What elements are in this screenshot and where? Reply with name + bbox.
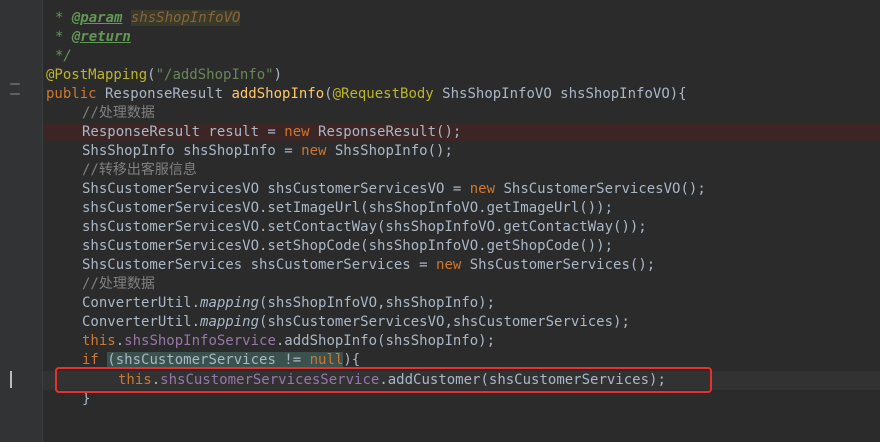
field-reference: shsCustomerServicesService — [160, 372, 380, 388]
keyword: this — [82, 333, 116, 349]
line-comment: //转移出客服信息 — [82, 162, 197, 178]
keyword: new — [436, 257, 462, 273]
matched-brace: ( — [107, 352, 116, 368]
text-caret — [10, 371, 12, 388]
code-line[interactable]: this.shsShopInfoService.addShopInfo(shsS… — [43, 332, 880, 351]
javadoc-param-ref: shsShopInfoVO — [130, 10, 241, 26]
keyword: new — [301, 143, 327, 159]
keyword: this — [118, 372, 152, 388]
keyword: public — [46, 86, 97, 102]
code-line[interactable]: ConverterUtil.mapping(shsCustomerService… — [43, 313, 880, 332]
code-line[interactable]: if (shsCustomerServices != null){ — [43, 351, 880, 370]
code-line[interactable]: */ — [43, 47, 880, 66]
editor-gutter[interactable] — [0, 0, 42, 442]
static-method-call: mapping — [200, 314, 260, 330]
code-line[interactable]: public ResponseResult addShopInfo(@Reque… — [43, 85, 880, 104]
code-line[interactable]: } — [43, 390, 880, 409]
line-comment: //处理数据 — [82, 105, 155, 121]
javadoc-return-tag: @return — [71, 29, 131, 45]
string-literal: "/addShopInfo" — [155, 67, 274, 83]
code-line[interactable]: * @param shsShopInfoVO — [43, 9, 880, 28]
fold-marker-icon[interactable] — [10, 93, 20, 95]
code-line[interactable]: shsCustomerServicesVO.setImageUrl(shsSho… — [43, 199, 880, 218]
code-line-current[interactable]: this.shsCustomerServicesService.addCusto… — [43, 371, 880, 390]
code-line[interactable]: //处理数据 — [43, 104, 880, 123]
keyword: new — [469, 181, 496, 197]
fold-marker-icon[interactable] — [10, 83, 20, 85]
line-comment: //处理数据 — [82, 276, 155, 292]
code-line[interactable]: ShsCustomerServices shsCustomerServices … — [43, 256, 880, 275]
javadoc-param-tag: @param — [71, 10, 123, 26]
field-reference: shsShopInfoService — [124, 333, 276, 349]
code-line[interactable]: //转移出客服信息 — [43, 161, 880, 180]
code-line[interactable]: shsCustomerServicesVO.setContactWay(shsS… — [43, 218, 880, 237]
code-line[interactable]: ResponseResult result = new ResponseResu… — [43, 123, 880, 142]
code-line[interactable]: * @return — [43, 28, 880, 47]
method-name: addShopInfo — [231, 86, 325, 102]
highlighted-expression: shsCustomerServices != — [115, 352, 310, 368]
javadoc-end: */ — [55, 48, 72, 64]
static-method-call: mapping — [200, 295, 260, 311]
annotation: @RequestBody — [332, 86, 434, 102]
keyword: null — [309, 352, 344, 368]
code-line[interactable]: //处理数据 — [43, 275, 880, 294]
code-editor[interactable]: * @param shsShopInfoVO * @return */ @Pos… — [43, 0, 880, 442]
code-line[interactable]: ShsShopInfo shsShopInfo = new ShsShopInf… — [43, 142, 880, 161]
code-line[interactable]: ShsCustomerServicesVO shsCustomerService… — [43, 180, 880, 199]
keyword: if — [82, 352, 99, 368]
annotation: @PostMapping — [46, 67, 148, 83]
code-line[interactable]: ConverterUtil.mapping(shsShopInfoVO,shsS… — [43, 294, 880, 313]
code-line[interactable]: shsCustomerServicesVO.setShopCode(shsSho… — [43, 237, 880, 256]
javadoc-star: * — [55, 10, 72, 26]
code-line[interactable]: @PostMapping("/addShopInfo") — [43, 66, 880, 85]
keyword: new — [284, 124, 310, 140]
